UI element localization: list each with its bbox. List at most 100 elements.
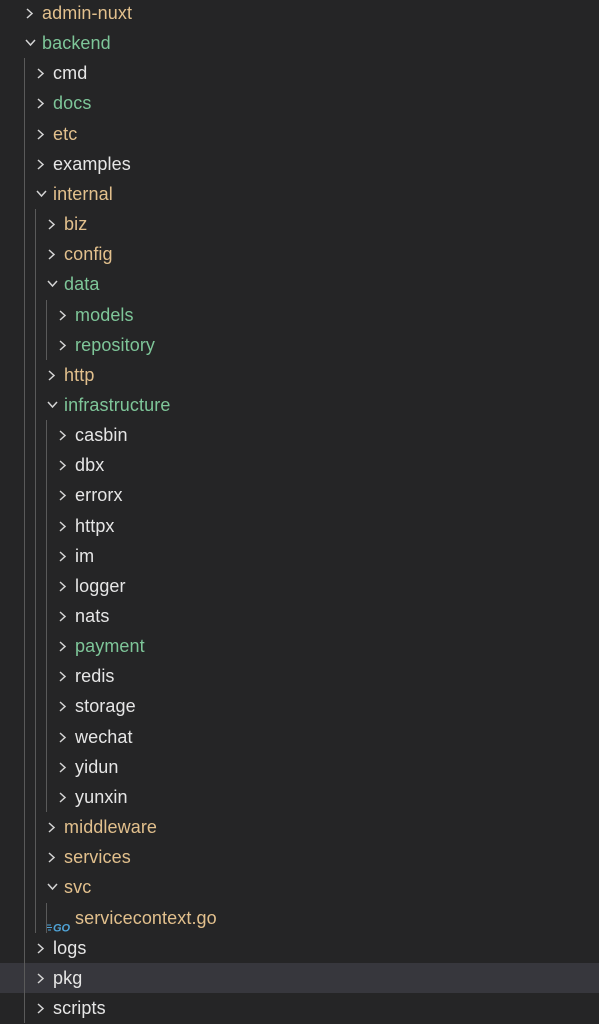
tree-item-logger[interactable]: logger [0,571,599,601]
tree-item-models[interactable]: models [0,300,599,330]
chevron-right-icon[interactable] [55,480,71,510]
folder-label: repository [75,334,156,355]
folder-label: services [64,847,131,868]
chevron-right-icon[interactable] [55,782,71,812]
folder-label: examples [53,153,131,174]
indent-guide [46,299,47,360]
folder-label: data [64,274,100,295]
chevron-right-icon[interactable] [55,300,71,330]
folder-label: casbin [75,425,128,446]
chevron-right-icon[interactable] [55,450,71,480]
chevron-right-icon[interactable] [55,541,71,571]
tree-item-yunxin[interactable]: yunxin [0,782,599,812]
chevron-right-icon[interactable] [55,330,71,360]
chevron-right-icon[interactable] [55,571,71,601]
tree-item-servicecontext-go[interactable]: GO servicecontext.go [0,903,599,934]
folder-label: http [64,364,95,385]
folder-label: scripts [53,997,106,1018]
chevron-right-icon[interactable] [55,752,71,782]
go-file-icon: GO [45,912,73,934]
tree-item-cmd[interactable]: cmd [0,58,599,88]
chevron-down-icon[interactable] [44,872,60,902]
tree-item-scripts[interactable]: scripts [0,993,599,1023]
tree-item-docs[interactable]: docs [0,88,599,118]
chevron-right-icon[interactable] [33,88,49,118]
tree-item-pkg[interactable]: pkg [0,962,599,993]
chevron-right-icon[interactable] [55,420,71,450]
tree-item-svc[interactable]: svc [0,872,599,902]
chevron-right-icon[interactable] [55,661,71,691]
tree-item-httpx[interactable]: httpx [0,511,599,541]
chevron-right-icon[interactable] [55,691,71,721]
indent-guide [35,209,36,933]
tree-item-services[interactable]: services [0,842,599,872]
chevron-down-icon[interactable] [33,179,49,209]
tree-item-infrastructure[interactable]: infrastructure [0,390,599,420]
chevron-right-icon[interactable] [44,239,60,269]
chevron-right-icon[interactable] [44,842,60,872]
tree-item-payment[interactable]: payment [0,631,599,661]
folder-label: yidun [75,756,119,777]
tree-item-etc[interactable]: etc [0,119,599,149]
tree-item-storage[interactable]: storage [0,691,599,721]
folder-label: biz [64,214,88,235]
folder-label: internal [53,183,113,204]
tree-item-repository[interactable]: repository [0,330,599,360]
tree-item-wechat[interactable]: wechat [0,722,599,752]
folder-label: httpx [75,515,115,536]
chevron-down-icon[interactable] [22,28,38,58]
chevron-right-icon[interactable] [33,993,49,1023]
folder-label: cmd [53,63,88,84]
folder-label: payment [75,636,145,657]
chevron-right-icon[interactable] [22,0,38,28]
chevron-right-icon[interactable] [55,601,71,631]
tree-item-middleware[interactable]: middleware [0,812,599,842]
tree-item-config[interactable]: config [0,239,599,269]
folder-label: svc [64,877,92,898]
folder-label: nats [75,606,110,626]
tree-item-redis[interactable]: redis [0,661,599,691]
folder-label: models [75,304,134,325]
tree-item-admin-nuxt[interactable]: admin-nuxt [0,0,599,28]
tree-item-casbin[interactable]: casbin [0,420,599,450]
chevron-down-icon[interactable] [44,269,60,299]
tree-item-im[interactable]: im [0,541,599,571]
tree-item-yidun[interactable]: yidun [0,752,599,782]
chevron-right-icon[interactable] [33,58,49,88]
tree-item-internal[interactable]: internal [0,179,599,209]
chevron-right-icon[interactable] [55,631,71,661]
tree-item-nats[interactable]: nats [0,601,599,631]
chevron-right-icon[interactable] [44,360,60,390]
chevron-right-icon[interactable] [33,963,49,993]
folder-label: storage [75,696,136,717]
folder-label: docs [53,93,92,114]
chevron-right-icon[interactable] [55,511,71,541]
tree-item-data[interactable]: data [0,269,599,299]
chevron-right-icon[interactable] [33,149,49,179]
folder-label: errorx [75,485,123,506]
folder-label: middleware [64,817,158,838]
tree-item-dbx[interactable]: dbx [0,450,599,480]
tree-item-backend[interactable]: backend [0,28,599,58]
chevron-right-icon[interactable] [55,722,71,752]
folder-label: etc [53,123,78,144]
tree-item-biz[interactable]: biz [0,209,599,239]
indent-guide [46,902,47,933]
chevron-right-icon[interactable] [44,812,60,842]
tree-item-errorx[interactable]: errorx [0,480,599,510]
folder-label: logger [75,575,126,596]
chevron-right-icon[interactable] [33,119,49,149]
indent-guide [46,420,47,813]
file-label: servicecontext.go [75,907,217,928]
chevron-right-icon[interactable] [33,933,49,963]
folder-label: config [64,244,113,265]
file-explorer-tree: admin-nuxt backend cmd docs etc examples inter… [0,0,599,1024]
chevron-right-icon[interactable] [44,209,60,239]
chevron-down-icon[interactable] [44,390,60,420]
tree-item-http[interactable]: http [0,360,599,390]
tree-item-examples[interactable]: examples [0,149,599,179]
tree-item-logs[interactable]: logs [0,933,599,963]
folder-label: im [75,545,95,566]
folder-label: logs [53,937,87,958]
folder-label: yunxin [75,786,128,807]
